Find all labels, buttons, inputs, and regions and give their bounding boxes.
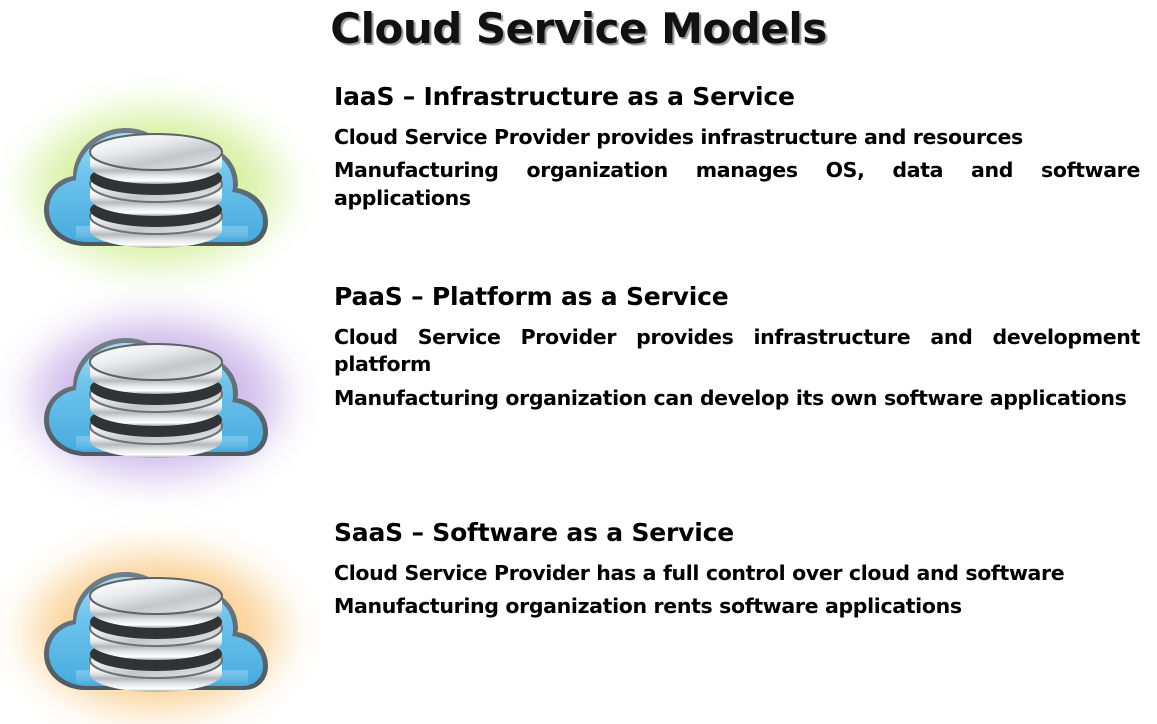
body-line-iaas-1: Cloud Service Provider provides infrastr… — [334, 125, 1023, 149]
heading-paas: PaaS – Platform as a Service — [334, 282, 729, 311]
icon-stage — [12, 300, 302, 490]
cloud-database-icon — [24, 542, 288, 717]
body-line-paas-1: Cloud Service Provider provides infrastr… — [334, 325, 1140, 377]
section-saas: SaaS – Software as a Service Cloud Servi… — [0, 518, 1157, 718]
icon-wrap-paas — [4, 282, 304, 517]
heading-saas: SaaS – Software as a Service — [334, 518, 734, 547]
icon-wrap-saas — [4, 518, 304, 718]
body-line-iaas-2: Manufacturing organization manages OS, d… — [334, 158, 1140, 210]
heading-iaas: IaaS – Infrastructure as a Service — [334, 82, 795, 111]
body-line-saas-1: Cloud Service Provider has a full contro… — [334, 561, 1065, 585]
section-iaas: IaaS – Infrastructure as a Service Cloud… — [0, 82, 1157, 287]
body-line-paas-2: Manufacturing organization can develop i… — [334, 385, 1127, 410]
icon-stage — [12, 90, 302, 280]
text-col-paas: PaaS – Platform as a Service Cloud Servi… — [334, 282, 1140, 412]
text-col-saas: SaaS – Software as a Service Cloud Servi… — [334, 518, 1140, 621]
body-line-saas-2: Manufacturing organization rents softwar… — [334, 594, 962, 619]
section-paas: PaaS – Platform as a Service Cloud Servi… — [0, 282, 1157, 517]
icon-wrap-iaas — [4, 82, 304, 287]
icon-stage — [12, 534, 302, 724]
cloud-database-icon — [24, 98, 288, 273]
page-title: Cloud Service Models — [330, 4, 827, 53]
text-col-iaas: IaaS – Infrastructure as a Service Cloud… — [334, 82, 1140, 212]
cloud-database-icon — [24, 308, 288, 483]
